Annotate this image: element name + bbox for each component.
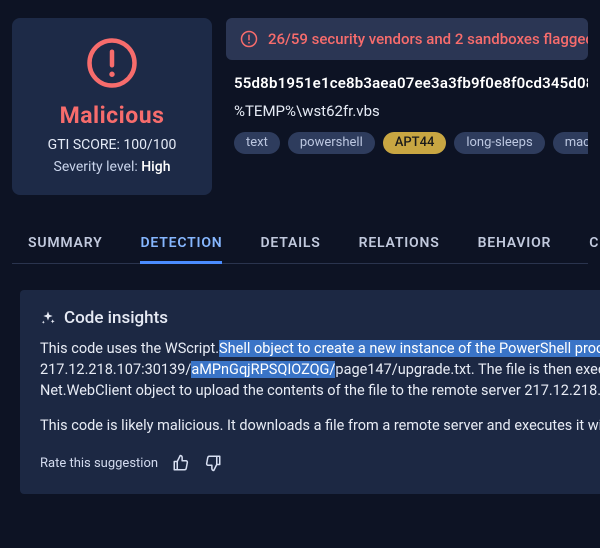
tab-summary[interactable]: SUMMARY (28, 225, 102, 263)
tag[interactable]: macro-powers (553, 132, 588, 154)
rate-label: Rate this suggestion (40, 456, 158, 471)
verdict-card: Malicious GTI SCORE: 100/100 Severity le… (12, 18, 212, 195)
highlighted-text: Shell object to create a new instance of… (219, 340, 600, 357)
tab-relations[interactable]: RELATIONS (359, 225, 440, 263)
thumbs-down-button[interactable] (204, 454, 222, 472)
insights-title: Code insights (64, 308, 168, 328)
alert-circle-icon (85, 36, 139, 94)
insights-heading: Code insights (40, 308, 600, 328)
tab-detection[interactable]: DETECTION (140, 225, 222, 264)
rate-suggestion-row: Rate this suggestion (40, 454, 600, 472)
gti-score: GTI SCORE: 100/100 (48, 137, 177, 153)
severity-level: Severity level: High (54, 159, 171, 175)
sparkle-icon (40, 310, 56, 326)
tag[interactable]: APT44 (383, 132, 447, 154)
thumbs-up-button[interactable] (172, 454, 190, 472)
tag[interactable]: powershell (288, 132, 375, 154)
tag[interactable]: long-sleeps (454, 132, 544, 154)
verdict-label: Malicious (60, 102, 165, 129)
tab-bar: SUMMARY DETECTION DETAILS RELATIONS BEHAVIOR… (12, 225, 588, 264)
tab-details[interactable]: DETAILS (260, 225, 320, 263)
highlighted-text: aMPnGqjRPSQIOZQG/ (191, 361, 335, 378)
tag[interactable]: text (234, 132, 280, 154)
flag-banner: 26/59 security vendors and 2 sandboxes f… (226, 18, 588, 60)
flag-banner-text: 26/59 security vendors and 2 sandboxes f… (268, 30, 588, 48)
alert-circle-icon (240, 30, 258, 48)
file-hash[interactable]: 55d8b1951e1ce8b3aea07ee3a3fb9f0e8f0cd345… (234, 74, 588, 92)
tag-row: text powershell APT44 long-sleeps macro-powe… (234, 132, 588, 154)
tab-c[interactable]: C (589, 225, 599, 263)
tab-behavior[interactable]: BEHAVIOR (478, 225, 552, 263)
insights-body: This code uses the WScript.Shell object … (40, 338, 600, 436)
file-path: %TEMP%\wst62fr.vbs (234, 102, 588, 120)
code-insights-panel: Code insights This code uses the WScript… (20, 290, 600, 494)
